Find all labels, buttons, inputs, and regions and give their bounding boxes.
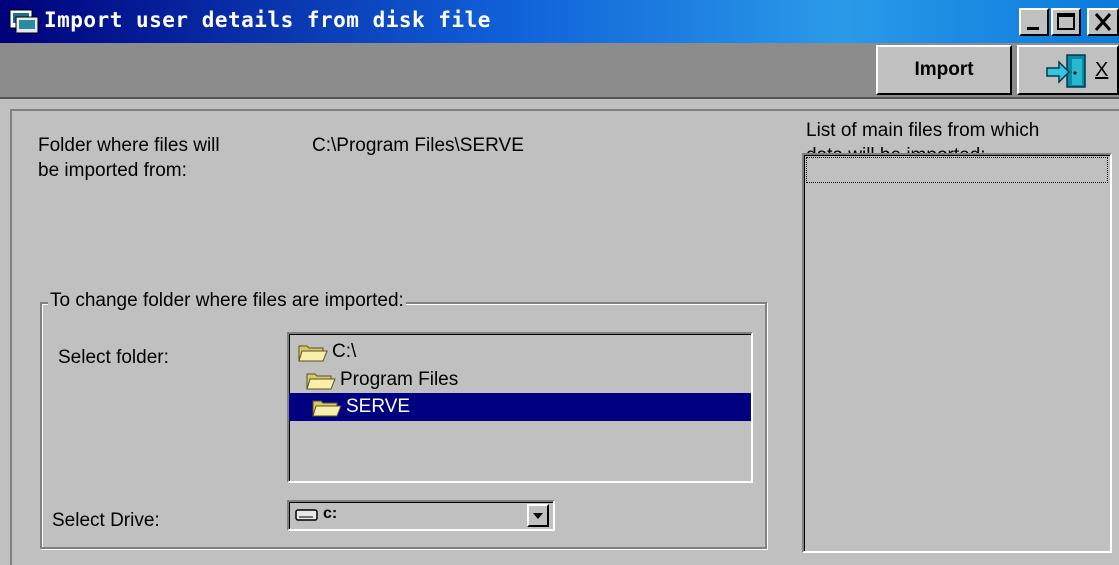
folder-item-label: SERVE — [346, 396, 411, 417]
folder-label: Folder where files will be imported from… — [38, 135, 220, 181]
folder-tree[interactable]: C:\ Program Files SERVE — [287, 332, 753, 483]
drive-select[interactable]: c: — [287, 500, 555, 531]
import-user-details-window: Import user details from disk file Impor… — [0, 0, 1119, 565]
folder-item-root[interactable]: C:\ — [297, 338, 356, 366]
drive-icon — [295, 509, 318, 521]
exit-button[interactable]: X — [1017, 45, 1119, 95]
folder-item-serve[interactable]: SERVE — [289, 393, 751, 421]
window-title: Import user details from disk file — [44, 8, 491, 32]
minimize-icon — [1027, 27, 1039, 30]
folder-item-label: C:\ — [332, 341, 357, 362]
select-folder-label: Select folder: — [58, 347, 169, 368]
drive-dropdown-button[interactable] — [527, 504, 549, 527]
maximize-button[interactable] — [1051, 8, 1081, 36]
minimize-button[interactable] — [1019, 8, 1049, 36]
exit-label: X — [1095, 59, 1109, 81]
app-icon — [9, 9, 39, 34]
select-drive-label: Select Drive: — [52, 510, 160, 531]
toolbar: Import X — [0, 43, 1119, 99]
folder-item-label: Program Files — [340, 369, 459, 390]
title-bar[interactable]: Import user details from disk file — [0, 0, 1119, 43]
maximize-icon — [1057, 13, 1075, 30]
close-button[interactable] — [1087, 8, 1119, 36]
close-icon — [1094, 13, 1112, 31]
folder-path: C:\Program Files\SERVE — [312, 135, 524, 156]
folder-open-icon — [298, 345, 328, 362]
import-button[interactable]: Import — [876, 45, 1012, 95]
change-folder-legend: To change folder where files are importe… — [48, 290, 406, 312]
folder-open-icon — [306, 373, 336, 390]
dropdown-arrow-icon — [533, 513, 543, 519]
drive-value: c: — [323, 505, 338, 522]
files-list-focus-row[interactable] — [806, 157, 1108, 183]
files-list[interactable] — [802, 153, 1112, 553]
folder-open-icon — [312, 400, 342, 417]
exit-door-icon — [1046, 54, 1086, 88]
folder-item-program-files[interactable]: Program Files — [305, 366, 458, 394]
